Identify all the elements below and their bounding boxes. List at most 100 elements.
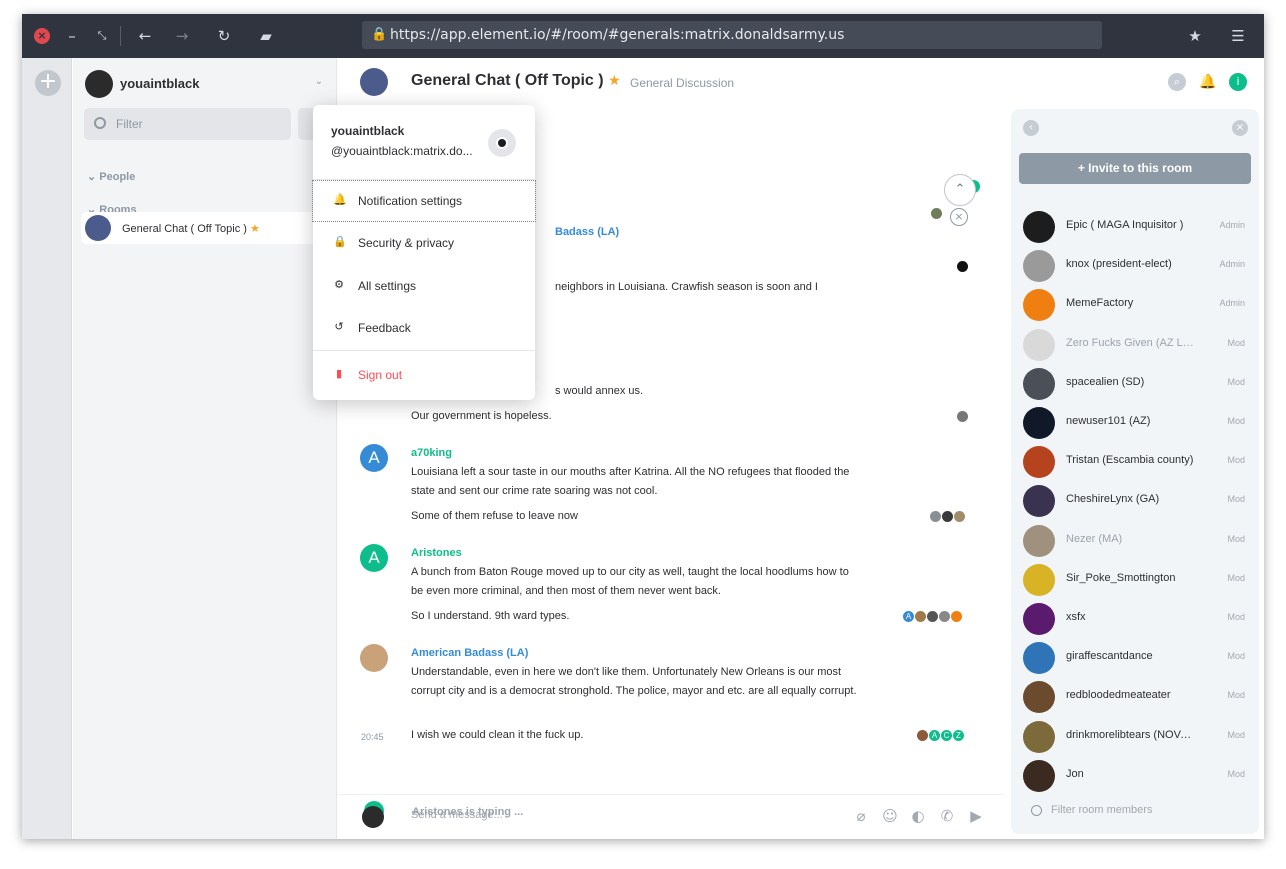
member-name: drinkmorelibtears (NOVA Le... (1066, 728, 1196, 741)
room-title[interactable]: General Chat ( Off Topic ) ★ (411, 72, 621, 90)
sender-avatar[interactable]: A (360, 444, 388, 472)
favourite-star-icon: ★ (250, 222, 260, 235)
room-item-general-chat[interactable]: General Chat ( Off Topic ) ★ (81, 212, 321, 244)
member-item[interactable]: spacealien (SD) Mod (1011, 364, 1259, 403)
receipt-avatar (930, 511, 941, 522)
titlebar-divider (120, 26, 121, 46)
room-item-name: General Chat ( Off Topic ) (122, 223, 247, 235)
message-sender[interactable]: Aristones (411, 547, 462, 559)
member-name: MemeFactory (1066, 297, 1134, 310)
member-name: redbloodedmeateater (1066, 689, 1171, 702)
member-role: Admin (1219, 259, 1245, 270)
notifications-bell-icon[interactable]: 🔔 (1199, 73, 1217, 91)
dismiss-unread-icon[interactable]: × (950, 208, 968, 226)
member-item[interactable]: Sir_Poke_Smottington Mod (1011, 560, 1259, 599)
member-role: Admin (1219, 298, 1245, 309)
browser-titlebar: × – ⤡ ← → ↻ ▰ 🔒 https://app.element.io/#… (22, 14, 1264, 58)
menu-divider (313, 350, 535, 351)
close-window-icon[interactable]: × (34, 28, 50, 44)
member-name: CheshireLynx (GA) (1066, 493, 1160, 506)
member-avatar (1023, 759, 1055, 792)
forward-arrow-icon[interactable]: → (172, 26, 192, 46)
menu-item-feedback[interactable]: ↺ Feedback (313, 308, 535, 348)
member-item[interactable]: Jon Mod (1011, 756, 1259, 795)
search-icon (1031, 805, 1042, 816)
member-avatar (1023, 642, 1055, 675)
sender-avatar[interactable]: A (360, 544, 388, 572)
message-body: Louisiana left a sour taste in our mouth… (411, 466, 850, 497)
browser-menu-icon[interactable]: ☰ (1228, 26, 1248, 46)
menu-item-sign-out[interactable]: ▮ Sign out (313, 355, 535, 395)
bell-icon: 🔔 (333, 193, 347, 206)
member-item[interactable]: Nezer (MA) Mod (1011, 521, 1259, 560)
member-avatar (1023, 681, 1055, 714)
video-call-icon[interactable]: ▶ (966, 806, 986, 826)
receipt-avatar (957, 261, 968, 272)
jump-to-unread-button[interactable]: ⌃ (944, 174, 976, 206)
attachment-icon[interactable]: ⌀ (851, 806, 871, 826)
member-avatar (1023, 524, 1055, 557)
section-people[interactable]: ⌄ People (87, 170, 135, 183)
back-chevron-icon[interactable]: ‹ (1023, 120, 1039, 136)
member-name: spacealien (SD) (1066, 375, 1145, 388)
user-menu-trigger[interactable]: youaintblack ⌄ (85, 70, 325, 100)
minimize-window-icon[interactable]: – (62, 26, 82, 46)
invite-to-room-button[interactable]: + Invite to this room (1019, 153, 1251, 184)
read-receipts (930, 208, 942, 220)
voice-call-icon[interactable]: ✆ (937, 806, 957, 826)
emoji-icon[interactable]: ☺ (880, 806, 900, 826)
sticker-icon[interactable]: ◐ (908, 806, 928, 826)
member-item[interactable]: CheshireLynx (GA) Mod (1011, 481, 1259, 520)
room-filter-placeholder: Filter (116, 117, 143, 131)
message-body-partial: s would annex us. (555, 385, 644, 397)
message-sender[interactable]: American Badass (LA) (411, 647, 528, 659)
close-panel-icon[interactable]: × (1232, 120, 1248, 136)
theme-toggle-button[interactable] (488, 129, 516, 157)
room-info-icon[interactable]: i (1229, 73, 1247, 91)
member-item[interactable]: xsfx Mod (1011, 599, 1259, 638)
member-role: Mod (1227, 337, 1245, 348)
member-item[interactable]: giraffescantdance Mod (1011, 638, 1259, 677)
gear-icon: ⚙ (334, 278, 344, 291)
sender-avatar[interactable] (360, 644, 388, 672)
member-item[interactable]: drinkmorelibtears (NOVA Le... Mod (1011, 717, 1259, 756)
reload-icon[interactable]: ↻ (214, 26, 234, 46)
member-item[interactable]: MemeFactory Admin (1011, 285, 1259, 324)
receipt-avatar (927, 611, 938, 622)
menu-item-label: Sign out (358, 368, 403, 382)
menu-user-id: @youaintblack:matrix.do... (331, 144, 473, 158)
member-item[interactable]: Zero Fucks Given (AZ Lead) Mod (1011, 325, 1259, 364)
back-arrow-icon[interactable]: ← (135, 26, 155, 46)
filter-members-input[interactable]: Filter room members (1031, 804, 1152, 816)
lock-icon: 🔒 (333, 235, 347, 248)
member-item[interactable]: newuser101 (AZ) Mod (1011, 403, 1259, 442)
member-role: Mod (1227, 690, 1245, 701)
menu-item-security-privacy[interactable]: 🔒 Security & privacy (313, 223, 535, 263)
restore-window-icon[interactable]: ⤡ (92, 26, 112, 46)
search-room-icon[interactable]: ⌕ (1168, 73, 1186, 91)
read-receipts (929, 511, 965, 523)
message-sender-partial[interactable]: Badass (LA) (555, 226, 619, 238)
member-item[interactable]: Tristan (Escambia county) Mod (1011, 442, 1259, 481)
room-filter-input[interactable]: Filter (84, 108, 291, 140)
member-name: giraffescantdance (1066, 650, 1153, 663)
read-receipts (956, 261, 968, 273)
menu-item-all-settings[interactable]: ⚙ All settings (313, 266, 535, 306)
address-bar[interactable]: 🔒 https://app.element.io/#/room/#general… (362, 21, 1102, 49)
member-item[interactable]: redbloodedmeateater Mod (1011, 677, 1259, 716)
message-sender[interactable]: a70king (411, 447, 452, 459)
add-community-button[interactable]: + (35, 70, 61, 96)
member-item[interactable]: knox (president-elect) Admin (1011, 246, 1259, 285)
bookmark-star-icon[interactable]: ★ (1185, 26, 1205, 46)
member-avatar (1023, 446, 1055, 479)
message-body: I wish we could clean it the fuck up. (411, 729, 584, 741)
room-header-avatar[interactable] (360, 68, 388, 96)
member-avatar (1023, 367, 1055, 400)
member-item[interactable]: Epic ( MAGA Inquisitor ) Admin (1011, 207, 1259, 246)
lock-icon: 🔒 (371, 27, 388, 42)
user-avatar (85, 70, 113, 98)
member-role: Mod (1227, 729, 1245, 740)
menu-item-notification-settings[interactable]: 🔔 Notification settings (312, 180, 536, 222)
message-input[interactable]: Send a message... (411, 809, 503, 821)
new-tab-icon[interactable]: ▰ (256, 26, 276, 46)
